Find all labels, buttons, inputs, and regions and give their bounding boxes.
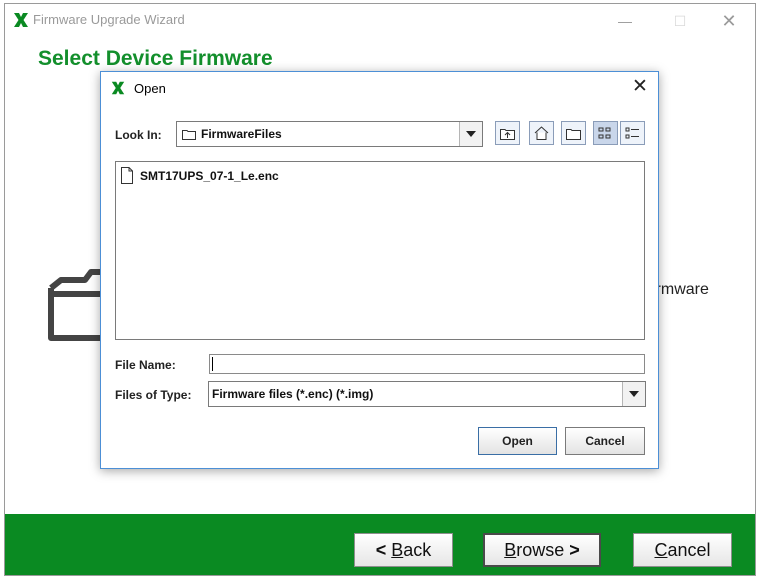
description-text-fragment: irmware — [652, 281, 709, 298]
up-one-level-button[interactable] — [495, 121, 520, 145]
dialog-title: Open — [134, 81, 166, 96]
new-folder-icon — [566, 129, 581, 140]
app-logo-icon — [14, 13, 28, 27]
file-icon — [121, 167, 133, 184]
back-label: ack — [403, 540, 432, 560]
home-icon — [534, 126, 549, 140]
details-view-icon — [625, 127, 639, 139]
list-view-button[interactable] — [593, 121, 618, 145]
look-in-value: FirmwareFiles — [201, 127, 282, 141]
back-arrow-icon: < — [375, 540, 387, 560]
file-name-label: SMT17UPS_07-1_Le.enc — [140, 169, 279, 183]
text-caret — [212, 357, 213, 371]
list-view-icon — [598, 127, 611, 139]
files-of-type-dropdown[interactable]: Firmware files (*.enc) (*.img) — [208, 381, 646, 407]
wizard-button-bar: < Back Browse > Cancel — [5, 514, 755, 575]
cancel-mnemonic: C — [654, 540, 668, 560]
look-in-label: Look In: — [115, 128, 162, 142]
page-title: Select Device Firmware — [38, 47, 273, 70]
file-name-label: File Name: — [115, 358, 176, 372]
back-mnemonic: B — [391, 540, 404, 560]
cancel-label: ancel — [667, 540, 711, 560]
wizard-cancel-button[interactable]: Cancel — [633, 533, 732, 567]
wizard-title: Firmware Upgrade Wizard — [33, 12, 185, 27]
look-in-dropdown[interactable]: FirmwareFiles — [176, 121, 483, 147]
close-button[interactable]: ✕ — [709, 9, 749, 33]
up-one-level-icon — [500, 129, 515, 140]
chevron-down-icon[interactable] — [459, 122, 482, 146]
open-file-dialog: Open ✕ Look In: FirmwareFiles SMT17UPS_0… — [100, 71, 659, 469]
browse-button[interactable]: Browse > — [483, 533, 601, 567]
files-of-type-value: Firmware files (*.enc) (*.img) — [212, 387, 374, 401]
maximize-button[interactable]: ☐ — [660, 9, 700, 33]
browse-label: rowse — [516, 540, 565, 560]
app-logo-icon — [111, 81, 125, 95]
dialog-close-button[interactable]: ✕ — [628, 75, 652, 99]
back-button[interactable]: < Back — [354, 533, 453, 567]
home-button[interactable] — [529, 121, 554, 145]
browse-arrow-icon: > — [569, 540, 580, 560]
browse-mnemonic: B — [504, 540, 517, 560]
open-button[interactable]: Open — [478, 427, 557, 455]
file-list[interactable]: SMT17UPS_07-1_Le.enc — [115, 161, 645, 340]
new-folder-button[interactable] — [561, 121, 586, 145]
cancel-button[interactable]: Cancel — [565, 427, 645, 455]
details-view-button[interactable] — [620, 121, 645, 145]
dialog-title-bar: Open ✕ — [101, 72, 658, 104]
file-name-input[interactable] — [209, 354, 645, 374]
files-of-type-label: Files of Type: — [115, 388, 192, 402]
minimize-button[interactable]: — — [605, 9, 645, 33]
chevron-down-icon[interactable] — [622, 382, 645, 406]
folder-icon — [182, 130, 196, 140]
wizard-title-bar: Firmware Upgrade Wizard — ☐ ✕ — [5, 4, 755, 38]
